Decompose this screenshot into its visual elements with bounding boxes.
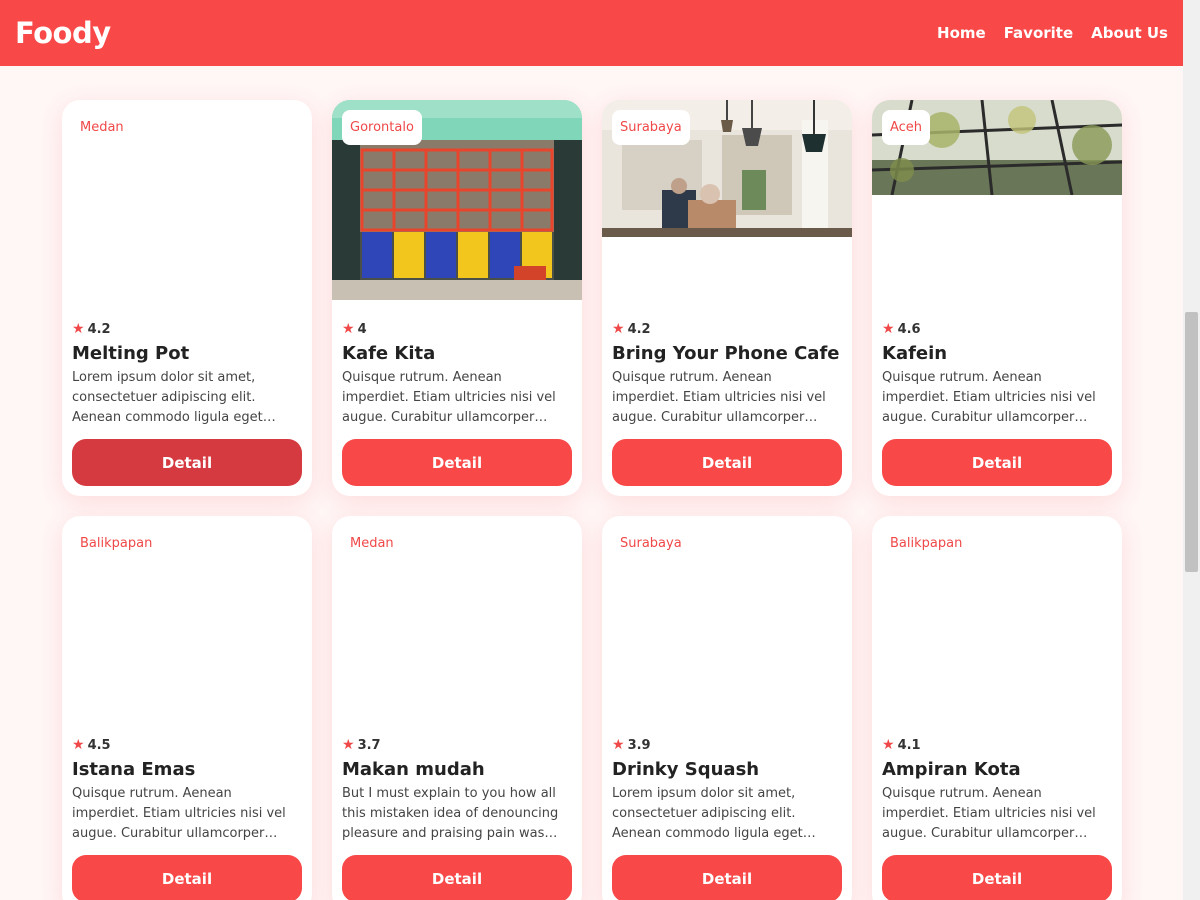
star-icon: ★ [612, 321, 625, 337]
detail-button[interactable]: Detail [342, 855, 572, 900]
city-badge: Balikpapan [72, 526, 161, 561]
city-badge: Surabaya [612, 526, 690, 561]
star-icon: ★ [882, 321, 895, 337]
app-bar: Foody Home Favorite About Us [0, 0, 1183, 66]
detail-button[interactable]: Detail [612, 439, 842, 486]
restaurant-description: Quisque rutrum. Aenean imperdiet. Etiam … [72, 786, 286, 841]
restaurant-description: Quisque rutrum. Aenean imperdiet. Etiam … [882, 370, 1096, 425]
city-badge: Medan [72, 110, 132, 145]
star-icon: ★ [342, 321, 355, 337]
detail-button[interactable]: Detail [72, 439, 302, 486]
city-badge: Surabaya [612, 110, 690, 145]
rating-value: 3.9 [627, 737, 651, 753]
star-icon: ★ [72, 321, 85, 337]
star-icon: ★ [612, 737, 625, 753]
scrollbar-thumb[interactable] [1185, 312, 1198, 572]
rating-value: 4.5 [87, 737, 111, 753]
city-badge: Gorontalo [342, 110, 422, 145]
restaurant-card: Medan ★ 3.7 Makan mudah But I must expla… [332, 516, 582, 900]
nav-about-link[interactable]: About Us [1091, 24, 1168, 42]
restaurant-name: Makan mudah [342, 759, 485, 780]
rating-value: 4.6 [897, 321, 921, 337]
rating-value: 4.2 [627, 321, 651, 337]
star-icon: ★ [882, 737, 895, 753]
city-badge: Aceh [882, 110, 931, 145]
rating: ★ 4.6 [882, 321, 921, 337]
restaurant-card: Gorontalo ★ 4 Kafe Kita Quisque rutrum. … [332, 100, 582, 496]
restaurant-card: Medan ★ 4.2 Melting Pot Lorem ipsum dolo… [62, 100, 312, 496]
rating: ★ 4.5 [72, 737, 111, 753]
star-icon: ★ [72, 737, 85, 753]
nav-favorite-link[interactable]: Favorite [1004, 24, 1073, 42]
detail-button[interactable]: Detail [882, 439, 1112, 486]
nav-home-link[interactable]: Home [937, 24, 986, 42]
rating: ★ 3.7 [342, 737, 381, 753]
restaurant-name: Ampiran Kota [882, 759, 1021, 780]
detail-button[interactable]: Detail [882, 855, 1112, 900]
restaurant-description: Lorem ipsum dolor sit amet, consectetuer… [72, 370, 263, 425]
city-badge: Balikpapan [882, 526, 971, 561]
restaurant-card: Aceh ★ 4.6 Kafein Quisque rutrum. Aenean… [872, 100, 1122, 496]
restaurant-name: Kafe Kita [342, 343, 436, 364]
restaurant-description: But I must explain to you how all this m… [342, 786, 559, 841]
rating: ★ 4.2 [612, 321, 651, 337]
restaurant-name: Istana Emas [72, 759, 196, 780]
restaurant-name: Drinky Squash [612, 759, 760, 780]
restaurant-description: Lorem ipsum dolor sit amet, consectetuer… [612, 786, 803, 841]
restaurant-description: Quisque rutrum. Aenean imperdiet. Etiam … [882, 786, 1096, 841]
rating-value: 4.2 [87, 321, 111, 337]
restaurant-card: Surabaya ★ 4.2 Bring Your Phone Cafe Qui… [602, 100, 852, 496]
main-nav: Home Favorite About Us [937, 24, 1168, 42]
brand-logo[interactable]: Foody [15, 16, 111, 50]
rating: ★ 4 [342, 321, 367, 337]
star-icon: ★ [342, 737, 355, 753]
restaurant-name: Bring Your Phone Cafe [612, 343, 840, 364]
city-badge: Medan [342, 526, 402, 561]
rating-value: 3.7 [357, 737, 381, 753]
restaurant-name: Melting Pot [72, 343, 190, 364]
page: Foody Home Favorite About Us Medan ★ 4.2… [0, 0, 1183, 900]
restaurant-description: Quisque rutrum. Aenean imperdiet. Etiam … [612, 370, 826, 425]
detail-button[interactable]: Detail [612, 855, 842, 900]
rating-value: 4.1 [897, 737, 921, 753]
restaurant-name: Kafein [882, 343, 948, 364]
rating-value: 4 [357, 321, 367, 337]
rating: ★ 3.9 [612, 737, 651, 753]
restaurant-description: Quisque rutrum. Aenean imperdiet. Etiam … [342, 370, 556, 425]
rating: ★ 4.1 [882, 737, 921, 753]
detail-button[interactable]: Detail [342, 439, 572, 486]
detail-button[interactable]: Detail [72, 855, 302, 900]
restaurant-card: Balikpapan ★ 4.5 Istana Emas Quisque rut… [62, 516, 312, 900]
vertical-scrollbar[interactable] [1183, 0, 1200, 900]
restaurant-card: Balikpapan ★ 4.1 Ampiran Kota Quisque ru… [872, 516, 1122, 900]
restaurant-card: Surabaya ★ 3.9 Drinky Squash Lorem ipsum… [602, 516, 852, 900]
rating: ★ 4.2 [72, 321, 111, 337]
